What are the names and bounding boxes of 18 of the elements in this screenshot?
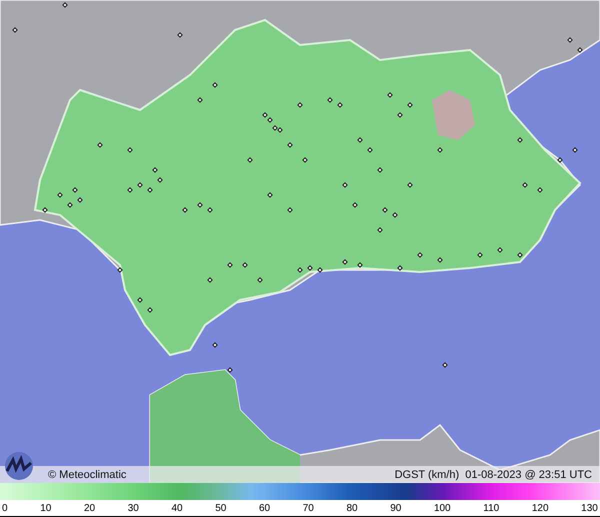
scale-tick-label: 130 bbox=[581, 502, 598, 514]
scale-tick-label: 0 bbox=[2, 502, 8, 514]
scale-tick-label: 70 bbox=[302, 502, 314, 514]
scale-tick-label: 90 bbox=[390, 502, 402, 514]
scale-tick-label: 50 bbox=[215, 502, 226, 514]
scale-tick-label: 100 bbox=[434, 502, 451, 514]
scale-tick-label: 40 bbox=[171, 502, 183, 514]
scale-tick-label: 30 bbox=[128, 502, 139, 514]
scale-tick-label: 120 bbox=[532, 502, 549, 514]
scale-tick-label: 110 bbox=[483, 502, 500, 514]
copyright-text: © Meteoclimatic bbox=[48, 468, 126, 480]
snow-high-area bbox=[432, 90, 475, 140]
scale-tick-label: 10 bbox=[40, 502, 52, 514]
scale-tick-label: 20 bbox=[84, 502, 96, 514]
logo-icon bbox=[4, 451, 34, 481]
scale-tick-label: 60 bbox=[258, 502, 270, 514]
map-caption: DGST (km/h) 01-08-2023 @ 23:51 UTC bbox=[394, 468, 592, 480]
scale-tick-label: 80 bbox=[346, 502, 358, 514]
